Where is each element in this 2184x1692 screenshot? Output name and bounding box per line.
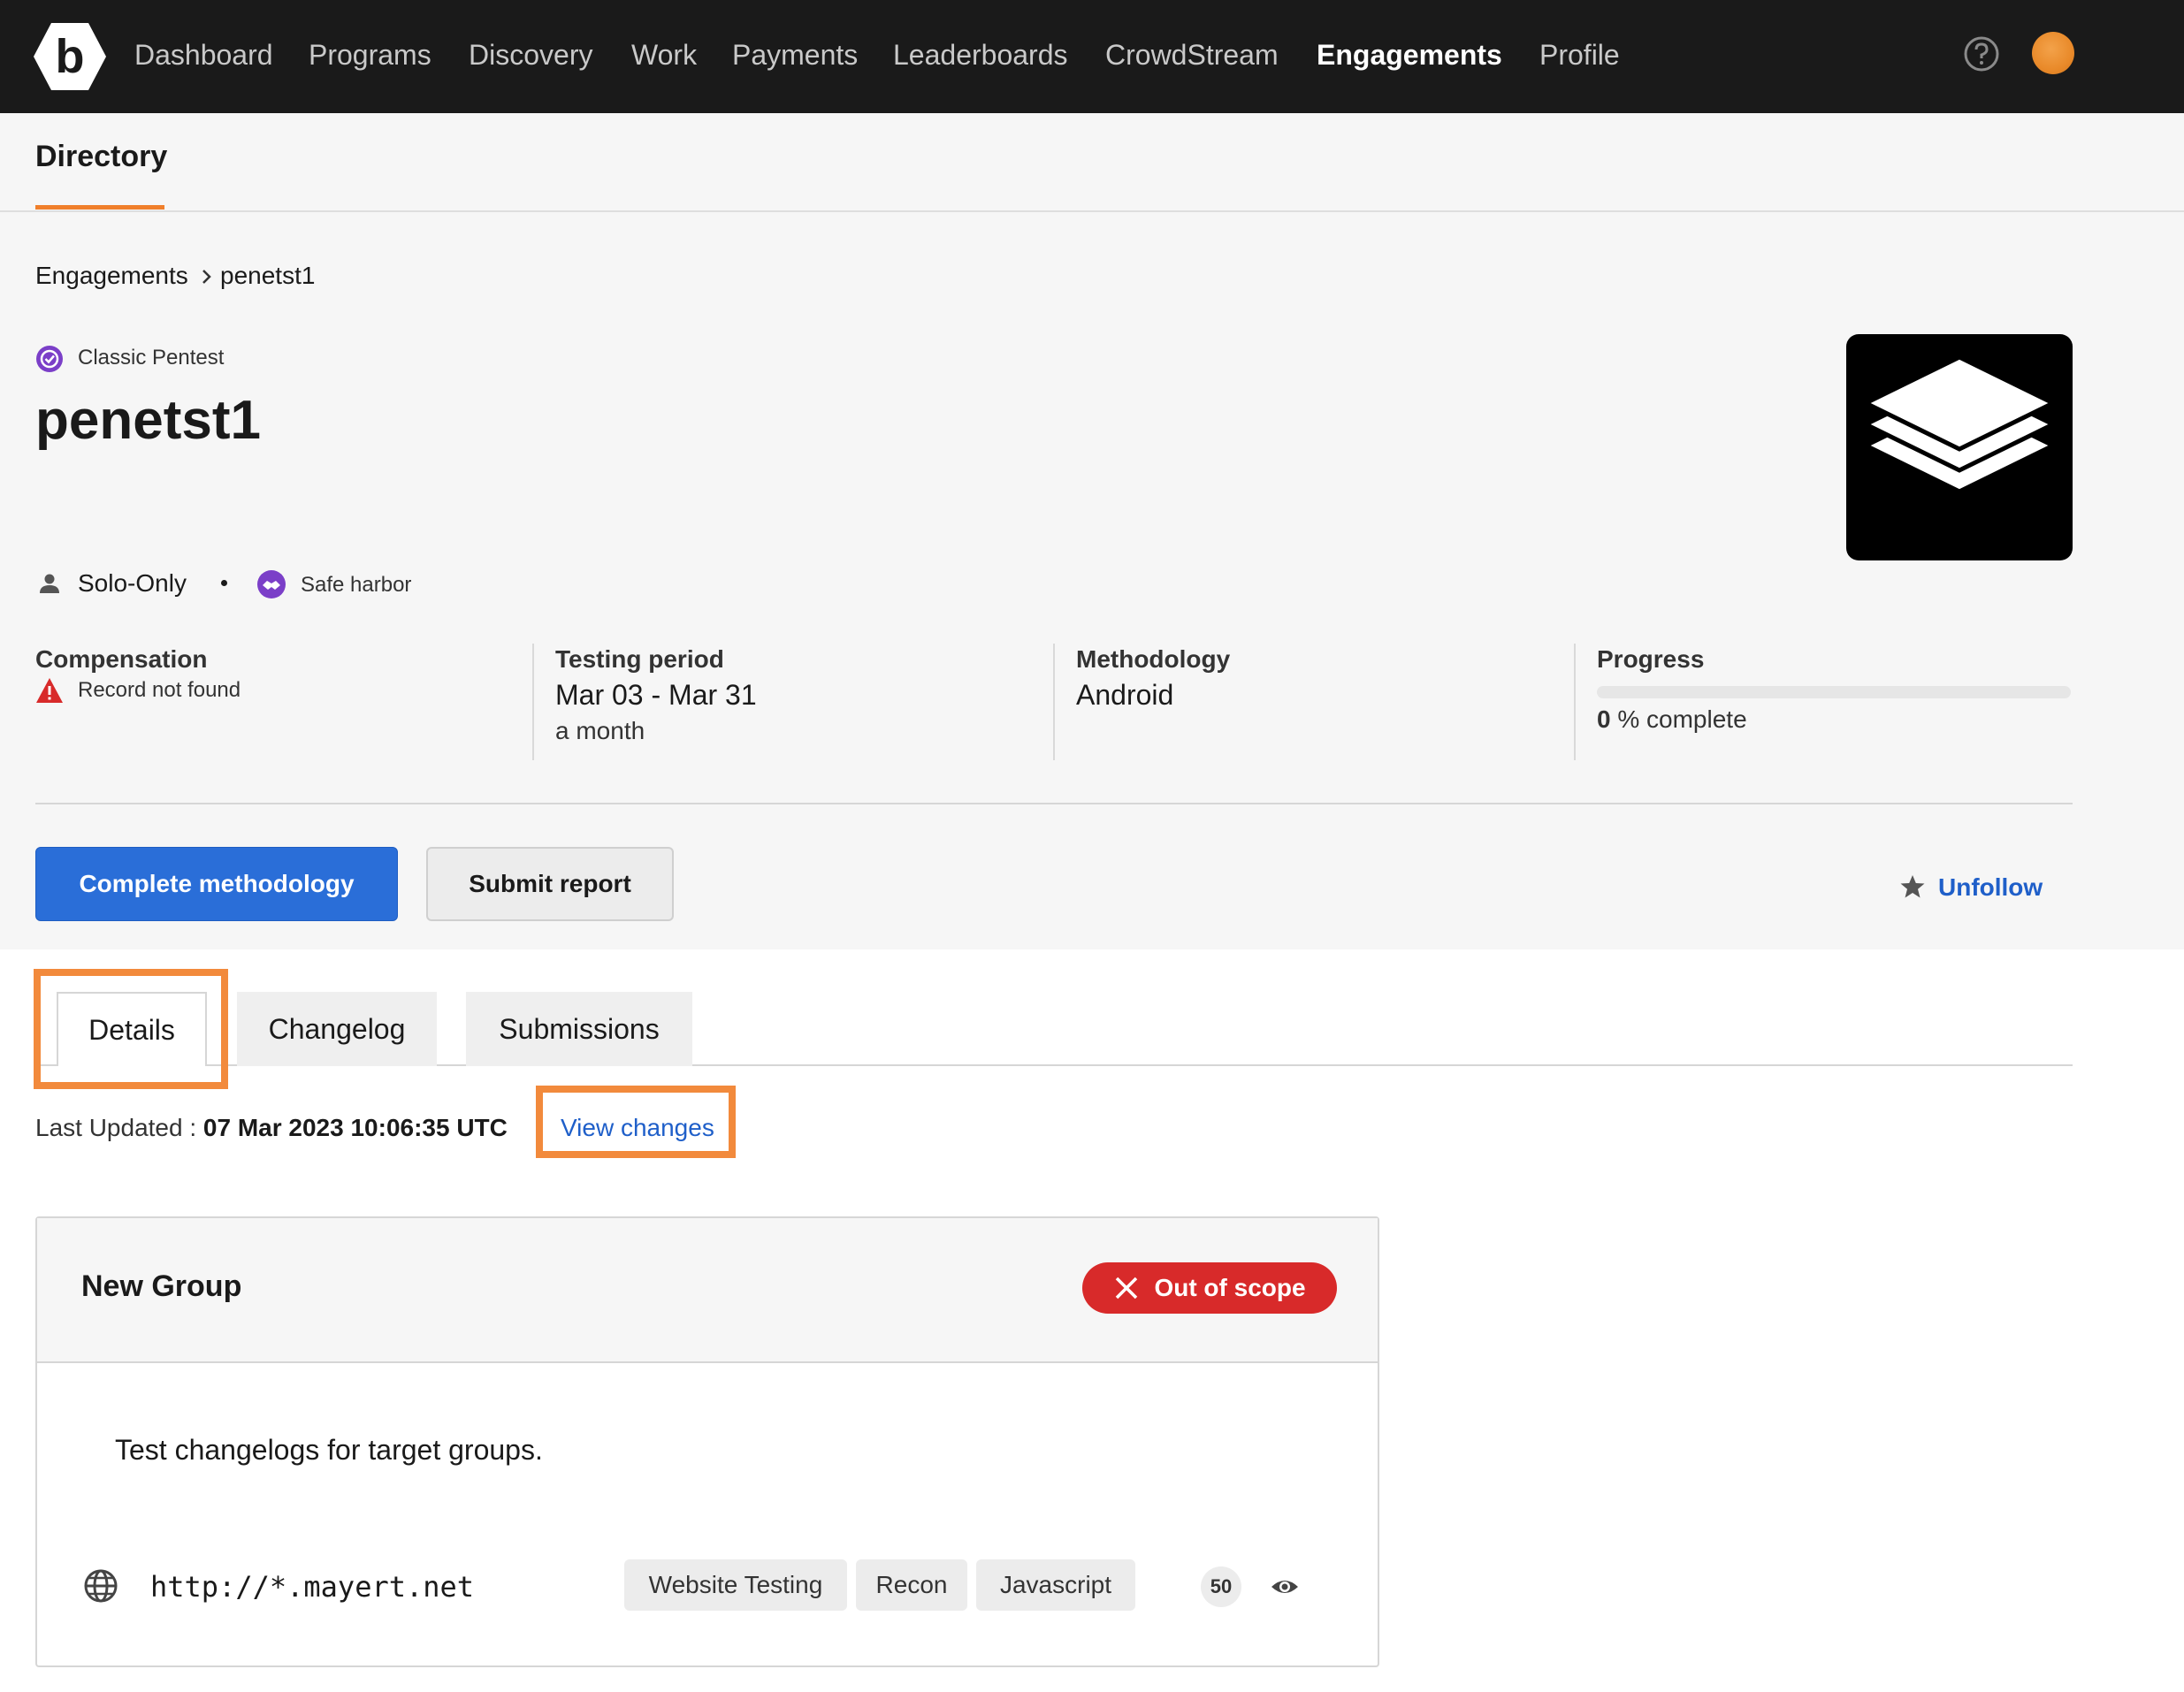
group-description: Test changelogs for target groups. [115, 1434, 543, 1466]
sub-nav: Directory [0, 113, 2184, 212]
breadcrumb-current: penetst1 [220, 262, 316, 289]
target-tag: Recon [856, 1559, 967, 1611]
stat-label: Progress [1597, 645, 1705, 673]
progress-value: 0 [1597, 705, 1611, 733]
progress-suffix: % complete [1617, 705, 1747, 733]
highlight-box [34, 969, 228, 1089]
stat-label: Testing period [555, 645, 724, 673]
stat-label: Methodology [1076, 645, 1231, 673]
group-title: New Group [81, 1269, 242, 1303]
svg-text:b: b [56, 30, 85, 83]
stat-value: Record not found [78, 678, 241, 702]
stat-testing-period: Testing period Mar 03 - Mar 31 a month [555, 645, 757, 745]
tab-submissions[interactable]: Submissions [466, 992, 692, 1066]
safe-harbor-label: Safe harbor [301, 573, 412, 597]
target-url: http://*.mayert.net [150, 1570, 475, 1604]
top-nav: b Dashboard Programs Discovery Work Paym… [0, 0, 2184, 113]
active-tab-indicator [35, 205, 164, 210]
eye-icon[interactable] [1270, 1572, 1300, 1602]
count-badge: 50 [1201, 1566, 1241, 1607]
nav-discovery[interactable]: Discovery [469, 39, 592, 72]
pentest-badge-icon [36, 346, 63, 372]
scope-label: Out of scope [1154, 1274, 1306, 1301]
complete-methodology-button[interactable]: Complete methodology [35, 847, 398, 921]
user-avatar[interactable] [2032, 32, 2074, 74]
team-type: Solo-Only [78, 569, 187, 597]
page-title: penetst1 [35, 390, 261, 451]
unfollow-button[interactable]: Unfollow [1938, 873, 2043, 902]
stat-methodology: Methodology Android [1076, 645, 1230, 712]
nav-leaderboards[interactable]: Leaderboards [893, 39, 1067, 72]
nav-work[interactable]: Work [631, 39, 697, 72]
submit-report-button[interactable]: Submit report [426, 847, 674, 921]
close-icon [1116, 1277, 1138, 1299]
bugcrowd-logo[interactable]: b [34, 21, 106, 92]
nav-dashboard[interactable]: Dashboard [134, 39, 273, 72]
person-icon [40, 574, 59, 593]
stat-value: Android [1076, 679, 1174, 711]
last-updated-value: 07 Mar 2023 10:06:35 UTC [202, 1114, 508, 1141]
stat-divider [1574, 644, 1576, 760]
nav-crowdstream[interactable]: CrowdStream [1105, 39, 1279, 72]
warning-icon [36, 678, 63, 703]
nav-programs[interactable]: Programs [309, 39, 431, 72]
divider [35, 803, 2073, 804]
stat-divider [1053, 644, 1055, 760]
engagement-header: Engagements penetst1 Classic Pentest pen… [0, 212, 2184, 949]
handshake-icon [257, 570, 286, 598]
target-tag: Javascript [976, 1559, 1135, 1611]
star-icon[interactable] [1899, 873, 1926, 900]
stat-progress: Progress 0 % complete [1597, 645, 2071, 734]
progress-text: 0 % complete [1597, 705, 2071, 734]
nav-payments[interactable]: Payments [732, 39, 858, 72]
stat-divider [532, 644, 534, 760]
stat-compensation: Compensation Record not found [35, 645, 241, 704]
globe-icon [84, 1569, 118, 1603]
target-tag: Website Testing [624, 1559, 847, 1611]
view-changes-link[interactable]: View changes [561, 1114, 714, 1142]
nav-engagements[interactable]: Engagements [1317, 39, 1502, 72]
scope-badge: Out of scope [1082, 1262, 1337, 1314]
nav-profile[interactable]: Profile [1539, 39, 1620, 72]
card-header: New Group Out of scope [37, 1218, 1378, 1363]
breadcrumb-engagements[interactable]: Engagements [35, 262, 188, 290]
chevron-right-icon [202, 270, 211, 284]
progress-bar [1597, 686, 2071, 698]
tab-changelog[interactable]: Changelog [237, 992, 437, 1066]
stat-value: Mar 03 - Mar 31 [555, 679, 757, 711]
stat-subtext: a month [555, 717, 645, 744]
separator-dot [221, 580, 227, 586]
stat-label: Compensation [35, 645, 208, 673]
target-group-card: New Group Out of scope Test changelogs f… [35, 1216, 1379, 1667]
last-updated: Last Updated : 07 Mar 2023 10:06:35 UTC [35, 1114, 508, 1142]
last-updated-label: Last Updated : [35, 1114, 197, 1141]
program-logo [1846, 334, 2073, 560]
engagement-type: Classic Pentest [78, 346, 225, 370]
subnav-directory[interactable]: Directory [35, 140, 167, 174]
help-icon[interactable] [1963, 35, 2000, 72]
